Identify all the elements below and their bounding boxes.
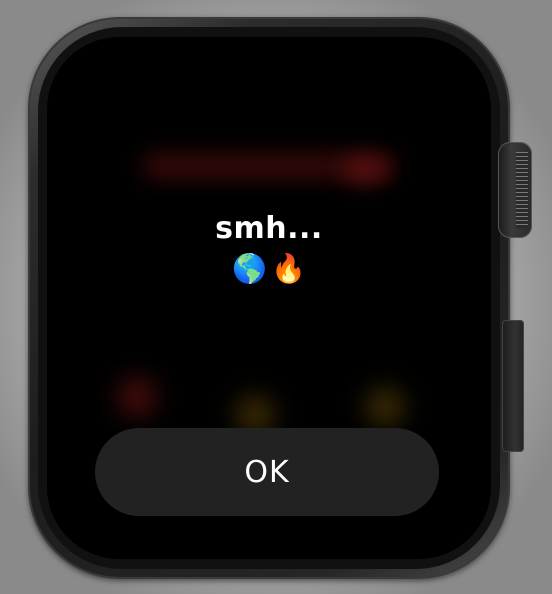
ok-button[interactable]: OK: [95, 428, 439, 516]
blurred-background-dot: [117, 377, 157, 417]
blurred-background-bar-end: [342, 155, 387, 185]
crown-ridges: [516, 152, 528, 228]
alert-title: smh...: [215, 211, 323, 246]
alert-message: 🌎 🔥: [47, 251, 491, 287]
watch-screen: smh... 🌎 🔥 OK: [47, 37, 491, 559]
fire-icon: 🔥: [271, 252, 306, 285]
side-button[interactable]: [502, 320, 524, 452]
globe-icon: 🌎: [232, 252, 267, 285]
blurred-background-dot: [365, 387, 405, 427]
digital-crown[interactable]: [498, 142, 532, 238]
